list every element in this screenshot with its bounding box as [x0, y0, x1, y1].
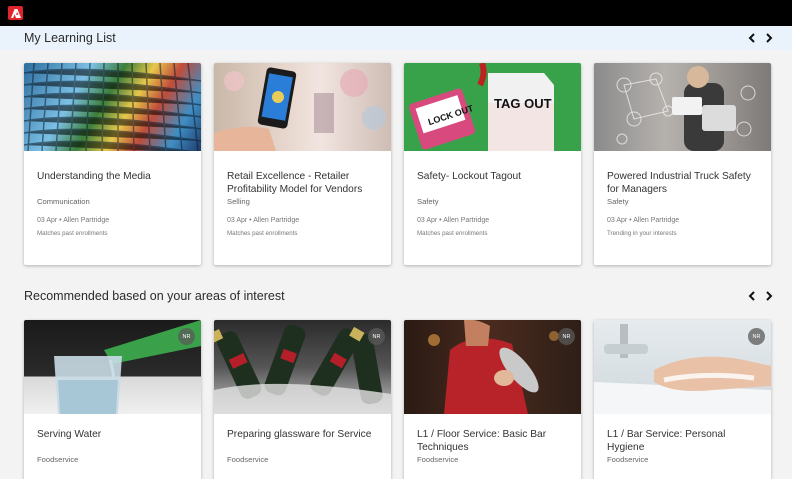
course-thumbnail-lockout-tagout: LOCK OUT TAG OUT [404, 63, 581, 151]
course-card[interactable]: Retail Excellence - Retailer Profitabili… [214, 63, 391, 265]
chevron-right-icon[interactable] [765, 33, 773, 43]
course-card[interactable]: NR Preparing glassware for Service Foods… [214, 320, 391, 479]
course-reason: Matches past enrollments [37, 230, 108, 237]
course-thumbnail-media-screens [24, 63, 201, 151]
course-meta: 03 Apr • Allen Partridge [227, 217, 300, 224]
course-card[interactable]: NR L1 / Bar Service: Personal Hygiene Fo… [594, 320, 771, 479]
learning-list-pager [748, 33, 773, 43]
course-title[interactable]: Serving Water [37, 428, 188, 455]
course-title[interactable]: Preparing glassware for Service [227, 428, 378, 455]
learning-list-header [0, 26, 792, 50]
course-title[interactable]: Powered Industrial Truck Safety for Mana… [607, 170, 758, 197]
course-meta: 03 Apr • Allen Partridge [417, 217, 490, 224]
course-reason: Matches past enrollments [417, 230, 488, 237]
course-category: Safety [417, 197, 439, 206]
course-thumbnail-retail-phone [214, 63, 391, 151]
course-card[interactable]: Understanding the Media Communication 03… [24, 63, 201, 265]
learning-list-title: My Learning List [24, 31, 116, 45]
nr-badge: NR [368, 328, 385, 345]
course-thumbnail-serving-water: NR [24, 320, 201, 414]
course-category: Foodservice [417, 455, 459, 464]
course-category: Communication [37, 197, 90, 206]
course-category: Foodservice [227, 455, 269, 464]
chevron-left-icon[interactable] [748, 33, 756, 43]
course-thumbnail-industrial-truck [594, 63, 771, 151]
nr-badge: NR [748, 328, 765, 345]
course-title[interactable]: Safety- Lockout Tagout [417, 170, 568, 197]
nr-badge: NR [558, 328, 575, 345]
chevron-right-icon[interactable] [765, 291, 773, 301]
course-thumbnail-hand-washing: NR [594, 320, 771, 414]
tagout-sign-text: TAG OUT [494, 96, 552, 111]
top-bar [0, 0, 792, 26]
course-card[interactable]: NR Serving Water Foodservice [24, 320, 201, 479]
course-title[interactable]: L1 / Bar Service: Personal Hygiene [607, 428, 758, 455]
course-card[interactable]: LOCK OUT TAG OUT Safety- Lockout Tagout … [404, 63, 581, 265]
course-card[interactable]: NR L1 / Floor Service: Basic Bar Techniq… [404, 320, 581, 479]
course-category: Safety [607, 197, 629, 206]
recommended-pager [748, 291, 773, 301]
course-title[interactable]: L1 / Floor Service: Basic Bar Techniques [417, 428, 568, 455]
course-reason: Trending in your interests [607, 230, 677, 237]
course-category: Selling [227, 197, 250, 206]
chevron-left-icon[interactable] [748, 291, 756, 301]
course-thumbnail-glassware: NR [214, 320, 391, 414]
course-category: Foodservice [607, 455, 649, 464]
course-reason: Matches past enrollments [227, 230, 298, 237]
adobe-logo-icon[interactable] [8, 6, 23, 20]
course-title[interactable]: Retail Excellence - Retailer Profitabili… [227, 170, 378, 197]
recommended-title: Recommended based on your areas of inter… [24, 289, 285, 303]
course-category: Foodservice [37, 455, 79, 464]
course-title[interactable]: Understanding the Media [37, 170, 188, 197]
course-thumbnail-bar-techniques: NR [404, 320, 581, 414]
course-meta: 03 Apr • Allen Partridge [607, 217, 680, 224]
nr-badge: NR [178, 328, 195, 345]
course-meta: 03 Apr • Allen Partridge [37, 217, 110, 224]
course-card[interactable]: Powered Industrial Truck Safety for Mana… [594, 63, 771, 265]
